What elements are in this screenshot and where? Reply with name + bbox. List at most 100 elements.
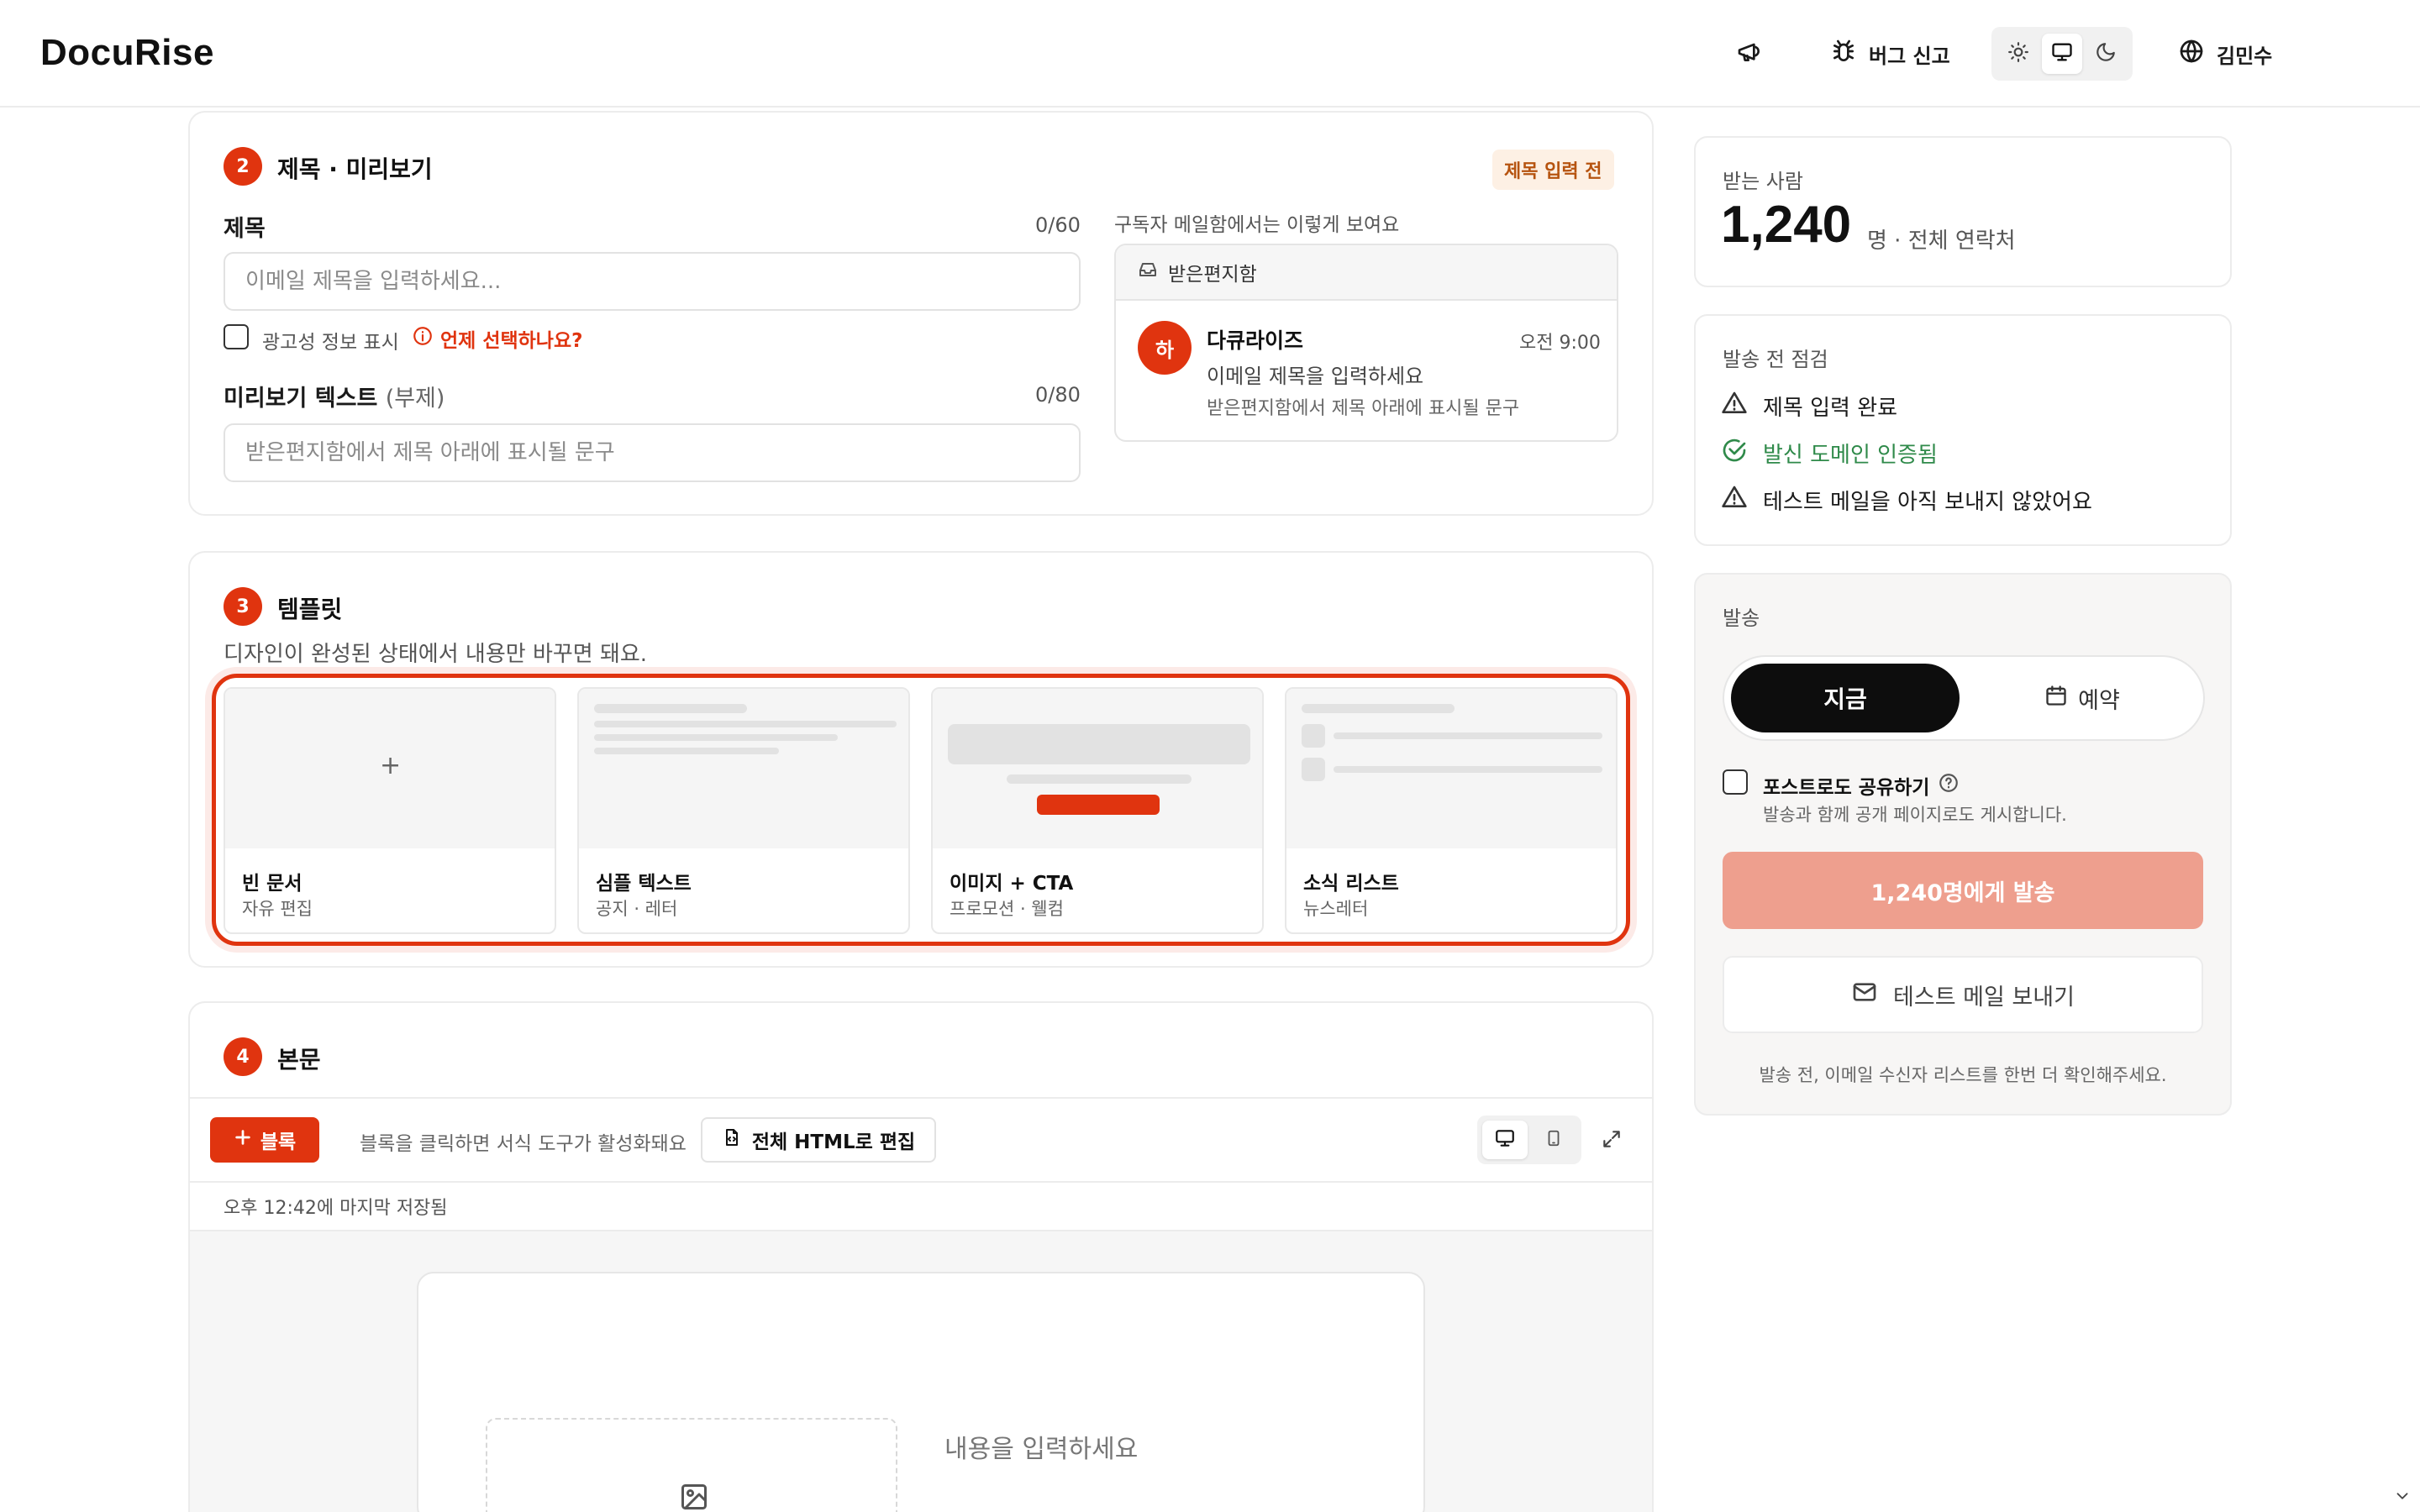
cta-placeholder: [1037, 795, 1160, 815]
chevron-down-icon[interactable]: [2393, 1487, 2412, 1509]
send-footnote: 발송 전, 이메일 수신자 리스트를 한번 더 확인해주세요.: [1759, 1065, 2167, 1085]
image-icon: [679, 1482, 709, 1512]
moon-icon: [2095, 41, 2117, 66]
subject-label: 제목: [224, 216, 266, 242]
content-placeholder[interactable]: 내용을 입력하세요: [944, 1428, 1138, 1465]
send-label: 발송: [1723, 606, 1760, 630]
inbox-preview-title: 받은편지함: [1168, 264, 1257, 286]
template-desc: 뉴스레터: [1303, 899, 1369, 919]
ad-info-label: 광고성 정보 표시: [262, 332, 399, 354]
bug-report-button[interactable]: 버그 신고: [1830, 34, 1950, 74]
plus-icon: [234, 1128, 252, 1152]
test-mail-label: 테스트 메일 보내기: [1893, 984, 2075, 1011]
block-hint: 블록을 클릭하면 서식 도구가 활성화돼요: [360, 1133, 687, 1155]
step-number: 2: [224, 147, 262, 186]
schedule-option[interactable]: 예약: [1968, 664, 2196, 732]
schedule-label: 예약: [2078, 687, 2120, 714]
send-card: [1694, 573, 2232, 1116]
warning-icon: [1721, 390, 1748, 423]
template-name: 빈 문서: [242, 873, 302, 895]
image-placeholder[interactable]: [486, 1418, 897, 1512]
subject-counter: 0/60: [1035, 213, 1081, 237]
inbox-preview-header: 받은편지함: [1116, 245, 1617, 301]
check-item-text: 제목 입력 완료: [1763, 396, 1898, 421]
user-name: 김민수: [2217, 44, 2273, 68]
edit-html-button[interactable]: 전체 HTML로 편집: [701, 1117, 936, 1163]
recipients-label: 받는 사람: [1723, 170, 1803, 193]
code-file-icon: [722, 1126, 742, 1153]
fullscreen-button[interactable]: [1593, 1122, 1630, 1159]
help-circle-icon[interactable]: [1938, 772, 1960, 799]
bug-icon: [1830, 38, 1857, 70]
desktop-view-button[interactable]: [1482, 1121, 1528, 1159]
share-post-help: 발송과 함께 공개 페이지로도 게시합니다.: [1763, 805, 2067, 825]
template-name: 심플 텍스트: [596, 873, 692, 895]
recipient-count: 1,240: [1721, 196, 1852, 254]
announcement-button[interactable]: [1736, 34, 1763, 74]
template-desc: 공지 · 레터: [596, 899, 678, 919]
section-title: 제목 · 미리보기: [277, 155, 433, 183]
template-thumbnail: [933, 689, 1262, 848]
section-title: 템플릿: [277, 596, 343, 623]
preview-text-label-sub: (부제): [385, 386, 445, 412]
mobile-view-button[interactable]: [1531, 1121, 1576, 1159]
sent-time: 오전 9:00: [1519, 333, 1601, 354]
edit-html-label: 전체 HTML로 편집: [751, 1131, 916, 1153]
subject-input[interactable]: [224, 252, 1081, 311]
sun-icon: [2007, 41, 2029, 66]
template-card-image-cta[interactable]: 이미지 + CTA 프로모션 · 웰컴: [931, 687, 1264, 934]
template-card-news-list[interactable]: 소식 리스트 뉴스레터: [1285, 687, 1618, 934]
test-mail-button[interactable]: 테스트 메일 보내기: [1723, 956, 2203, 1033]
template-name: 소식 리스트: [1303, 873, 1399, 895]
check-item-text: 발신 도메인 인증됨: [1763, 443, 1938, 468]
template-thumbnail: +: [225, 689, 555, 848]
send-timing-toggle: 지금 예약: [1723, 655, 2205, 741]
expand-icon: [1601, 1128, 1623, 1153]
preview-text-counter: 0/80: [1035, 383, 1081, 407]
check-item-subject: 제목 입력 완료: [1721, 390, 1897, 423]
add-block-button[interactable]: 블록: [210, 1117, 319, 1163]
divider: [190, 1181, 1652, 1183]
preview-text-label: 미리보기 텍스트 (부제): [224, 380, 445, 412]
check-item-domain: 발신 도메인 인증됨: [1721, 437, 1938, 470]
inbox-icon: [1138, 260, 1158, 285]
divider: [190, 1097, 1652, 1099]
send-now-option[interactable]: 지금: [1731, 664, 1960, 732]
mail-preview-text: 받은편지함에서 제목 아래에 표시될 문구: [1207, 398, 1520, 419]
theme-dark-button[interactable]: [2086, 34, 2126, 74]
top-header: DocuRise 버그 신고 김민수: [0, 0, 2420, 108]
info-icon: [412, 325, 434, 352]
status-badge: 제목 입력 전: [1492, 150, 1614, 190]
template-thumbnail: [1286, 689, 1616, 848]
check-item-text: 테스트 메일을 아직 보내지 않았어요: [1763, 490, 2092, 515]
share-post-checkbox[interactable]: [1723, 769, 1748, 795]
add-block-label: 블록: [260, 1131, 297, 1153]
send-button[interactable]: 1,240명에게 발송: [1723, 852, 2203, 929]
user-menu-button[interactable]: 김민수: [2178, 34, 2272, 74]
ad-help-link[interactable]: 언제 선택하나요?: [412, 324, 582, 353]
brand-logo[interactable]: DocuRise: [40, 32, 214, 74]
saved-status: 오후 12:42에 마지막 저장됨: [224, 1198, 448, 1219]
ad-help-text: 언제 선택하나요?: [440, 330, 583, 352]
step-number: 4: [224, 1037, 262, 1076]
mail-icon: [1851, 979, 1878, 1011]
template-card-blank[interactable]: + 빈 문서 자유 편집: [224, 687, 556, 934]
bug-report-label: 버그 신고: [1869, 44, 1950, 68]
template-thumbnail: [579, 689, 908, 848]
theme-system-button[interactable]: [2042, 34, 2082, 74]
template-card-simple-text[interactable]: 심플 텍스트 공지 · 레터: [577, 687, 910, 934]
inbox-preview-caption: 구독자 메일함에서는 이렇게 보여요: [1114, 214, 1400, 236]
section-title: 본문: [277, 1046, 321, 1074]
view-mode-toggle: [1477, 1116, 1581, 1164]
theme-switcher: [1991, 27, 2133, 81]
step-number: 3: [224, 587, 262, 626]
template-desc: 자유 편집: [242, 899, 313, 919]
megaphone-icon: [1736, 38, 1763, 70]
phone-icon: [1544, 1127, 1563, 1152]
mail-subject-preview: 이메일 제목을 입력하세요: [1207, 365, 1424, 388]
ad-info-checkbox[interactable]: [224, 324, 249, 349]
preview-text-input[interactable]: [224, 423, 1081, 482]
template-description: 디자인이 완성된 상태에서 내용만 바꾸면 돼요.: [224, 642, 648, 667]
theme-light-button[interactable]: [1998, 34, 2039, 74]
check-item-test-mail: 테스트 메일을 아직 보내지 않았어요: [1721, 484, 2092, 517]
